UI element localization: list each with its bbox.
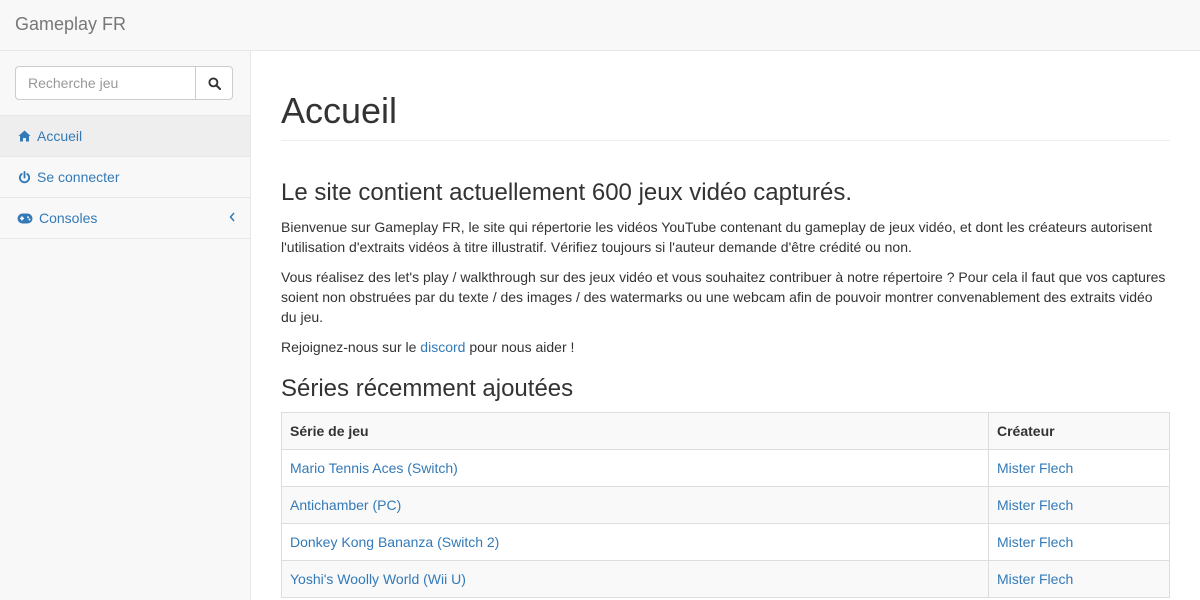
recent-series-heading: Séries récemment ajoutées	[281, 375, 574, 402]
sidebar-item-consoles[interactable]: Consoles	[0, 198, 250, 239]
chevron-left-icon[interactable]	[228, 210, 236, 226]
sidebar-item-label: Accueil	[37, 128, 83, 144]
sidebar-item-se-connecter[interactable]: Se connecter	[0, 157, 250, 198]
column-header-creator: Créateur	[988, 412, 1170, 450]
join-text-end: pour nous aider !	[465, 339, 575, 355]
table-row: Yoshi's Woolly World (Wii U) Mister Flec…	[281, 560, 1170, 598]
home-icon	[17, 129, 31, 143]
creator-link[interactable]: Mister Flech	[997, 460, 1073, 476]
sidebar-item-label: Se connecter	[37, 169, 120, 185]
table-row: Donkey Kong Bananza (Switch 2) Mister Fl…	[281, 523, 1170, 561]
discord-link[interactable]: discord	[420, 339, 465, 355]
creator-cell: Mister Flech	[988, 523, 1170, 561]
gamepad-icon	[17, 211, 33, 225]
join-paragraph: Rejoignez-nous sur le discord pour nous …	[281, 337, 1170, 357]
sidebar: Accueil Se connecter Consol	[0, 51, 251, 600]
sidebar-item-accueil[interactable]: Accueil	[0, 116, 250, 157]
series-link[interactable]: Antichamber (PC)	[290, 497, 401, 513]
brand-link[interactable]: Gameplay FR	[15, 14, 126, 34]
main-content: Accueil Le site contient actuellement 60…	[281, 51, 1170, 598]
intro-paragraph: Bienvenue sur Gameplay FR, le site qui r…	[281, 219, 1153, 255]
join-text: Rejoignez-nous sur le	[281, 339, 421, 355]
creator-link[interactable]: Mister Flech	[997, 534, 1073, 550]
creator-link[interactable]: Mister Flech	[997, 497, 1073, 513]
creator-cell: Mister Flech	[988, 560, 1170, 598]
creator-link[interactable]: Mister Flech	[997, 571, 1073, 587]
page-title: Accueil	[281, 91, 1170, 141]
column-header-series: Série de jeu	[281, 412, 989, 450]
search-input[interactable]	[15, 66, 195, 100]
table-row: Mario Tennis Aces (Switch) Mister Flech	[281, 449, 1170, 487]
site-stats-heading: Le site contient actuellement 600 jeux v…	[281, 179, 853, 206]
recent-series-table: Série de jeu Créateur Mario Tennis Aces …	[281, 412, 1170, 598]
search-button[interactable]	[195, 66, 233, 100]
power-icon	[17, 170, 31, 184]
sidebar-nav: Accueil Se connecter Consoles	[0, 115, 250, 239]
series-cell: Antichamber (PC)	[281, 486, 989, 524]
table-row: Antichamber (PC) Mister Flech	[281, 486, 1170, 524]
series-cell: Mario Tennis Aces (Switch)	[281, 449, 989, 487]
creator-cell: Mister Flech	[988, 449, 1170, 487]
navbar: Gameplay FR	[0, 0, 1200, 51]
series-cell: Donkey Kong Bananza (Switch 2)	[281, 523, 989, 561]
series-link[interactable]: Mario Tennis Aces (Switch)	[290, 460, 458, 476]
creator-cell: Mister Flech	[988, 486, 1170, 524]
series-cell: Yoshi's Woolly World (Wii U)	[281, 560, 989, 598]
search-icon	[207, 76, 221, 90]
series-link[interactable]: Yoshi's Woolly World (Wii U)	[290, 571, 466, 587]
series-link[interactable]: Donkey Kong Bananza (Switch 2)	[290, 534, 499, 550]
table-header-row: Série de jeu Créateur	[281, 412, 1170, 450]
search-form	[15, 66, 233, 100]
contribute-paragraph: Vous réalisez des let's play / walkthrou…	[281, 269, 1166, 325]
sidebar-item-label: Consoles	[39, 210, 98, 226]
